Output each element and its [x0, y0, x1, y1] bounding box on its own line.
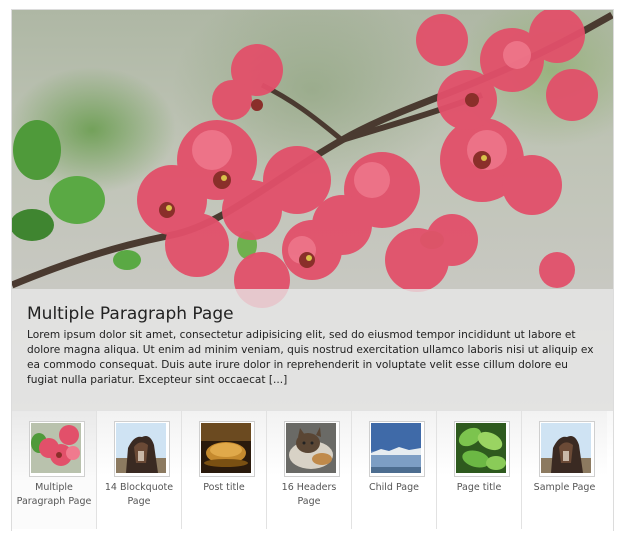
- thumbnail-item[interactable]: Post title: [182, 411, 267, 529]
- horse-photo: [541, 423, 591, 473]
- horse-photo: [116, 423, 166, 473]
- thumbnail-item[interactable]: Page title: [437, 411, 522, 529]
- thumbnail-image[interactable]: [199, 421, 255, 477]
- bread-loaf-photo: [201, 423, 251, 473]
- thumbnail-item[interactable]: 16 Headers Page: [267, 411, 352, 529]
- thumbnail-image[interactable]: [539, 421, 595, 477]
- green-leaves-photo: [456, 423, 506, 473]
- thumbnail-label[interactable]: Sample Page: [524, 481, 605, 495]
- featured-excerpt: Lorem ipsum dolor sit amet, consectetur …: [27, 329, 594, 386]
- thumbnail-image[interactable]: [114, 421, 170, 477]
- thumbnail-strip: Multiple Paragraph Page 14 Blockquote Pa…: [12, 410, 613, 531]
- featured-slider: Multiple Paragraph Page Lorem ipsum dolo…: [11, 9, 614, 531]
- thumbnail-label[interactable]: 16 Headers Page: [269, 481, 349, 509]
- thumbnail-label[interactable]: Child Page: [354, 481, 434, 495]
- thumbnail-image[interactable]: [369, 421, 425, 477]
- thumbnail-label[interactable]: Page title: [439, 481, 519, 495]
- thumbnail-label[interactable]: 14 Blockquote Page: [99, 481, 179, 509]
- thumbnail-item[interactable]: Sample Page: [522, 411, 607, 529]
- thumbnail-image[interactable]: [29, 421, 85, 477]
- mountain-lake-photo: [371, 423, 421, 473]
- thumbnail-item[interactable]: Child Page: [352, 411, 437, 529]
- thumbnail-image[interactable]: [454, 421, 510, 477]
- thumbnail-item[interactable]: 14 Blockquote Page: [97, 411, 182, 529]
- thumbnail-image[interactable]: [284, 421, 340, 477]
- thumbnail-label[interactable]: Post title: [184, 481, 264, 495]
- featured-title[interactable]: Multiple Paragraph Page: [27, 304, 234, 324]
- pink-blossom-photo: [31, 423, 81, 473]
- cat-photo: [286, 423, 336, 473]
- thumbnail-item[interactable]: Multiple Paragraph Page: [12, 411, 97, 529]
- thumbnail-label[interactable]: Multiple Paragraph Page: [14, 481, 94, 509]
